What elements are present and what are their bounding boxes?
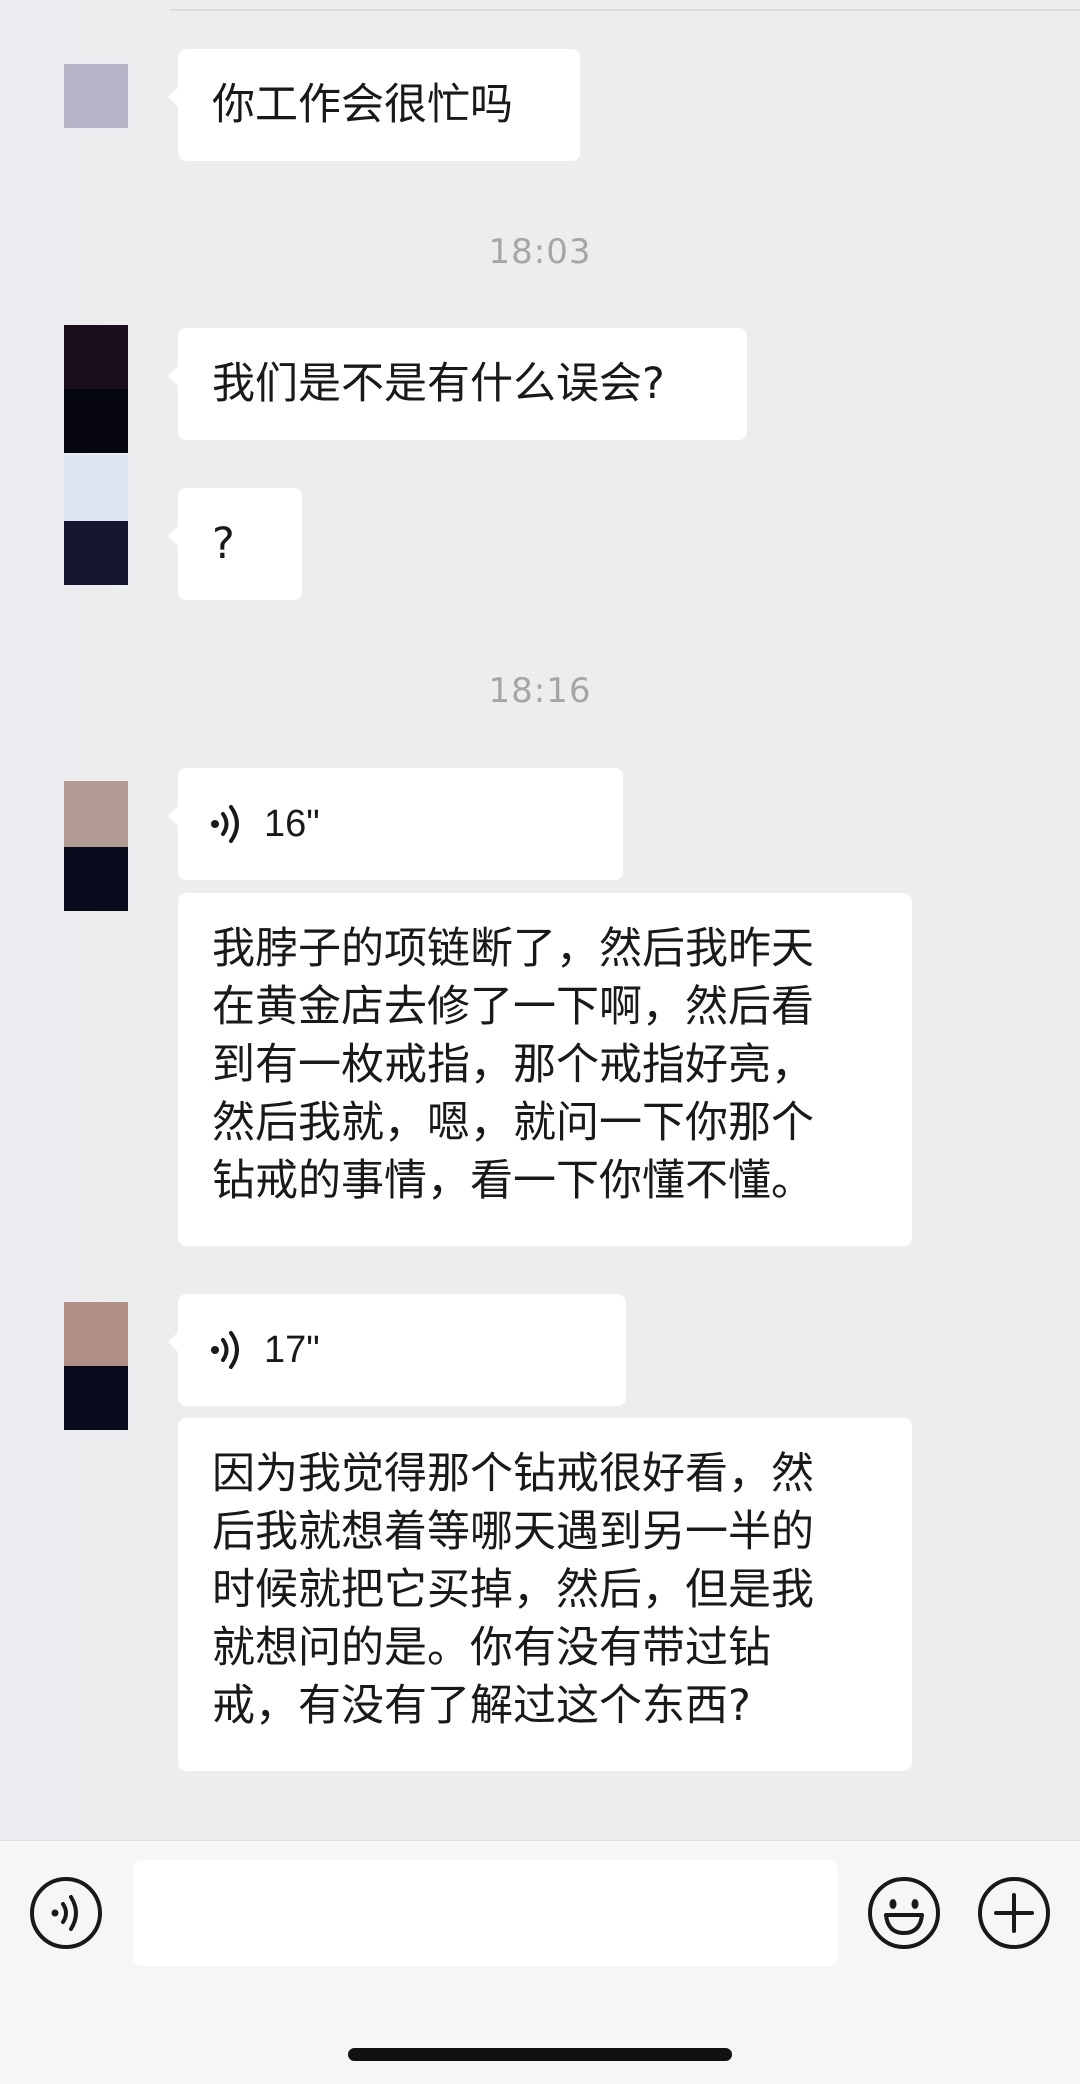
message-text: ? <box>212 519 235 569</box>
plus-icon <box>978 1877 1050 1949</box>
message-text: 你工作会很忙吗 <box>212 80 513 130</box>
blurred-left-edge <box>0 0 170 1840</box>
timestamp: 18:16 <box>488 671 592 711</box>
avatar[interactable] <box>64 1302 128 1430</box>
more-options-button[interactable] <box>976 1875 1052 1955</box>
voice-transcript-bubble[interactable]: 因为我觉得那个钻戒很好看，然 后我就想着等哪天遇到另一半的 时候就把它买掉，然后… <box>178 1418 912 1771</box>
avatar[interactable] <box>64 325 128 453</box>
top-divider <box>170 9 1080 11</box>
message-bubble[interactable]: 我们是不是有什么误会? <box>168 328 747 440</box>
transcript-line: 戒，有没有了解过这个东西? <box>212 1681 751 1731</box>
avatar[interactable] <box>64 64 128 128</box>
transcript-line: 到有一枚戒指，那个戒指好亮， <box>212 1040 814 1090</box>
message-bubble[interactable]: ? <box>168 488 302 600</box>
voice-duration: 17" <box>264 1329 320 1371</box>
message-bubble[interactable]: 你工作会很忙吗 <box>168 49 580 161</box>
transcript-line: 然后我就，嗯，就问一下你那个 <box>212 1098 814 1148</box>
emoji-button[interactable] <box>866 1875 942 1955</box>
transcript-line: 就想问的是。你有没有带过钻 <box>212 1623 771 1673</box>
voice-playback-icon <box>211 1331 239 1369</box>
transcript-line: 在黄金店去修了一下啊，然后看 <box>212 982 814 1032</box>
avatar[interactable] <box>64 455 128 585</box>
transcript-line: 我脖子的项链断了，然后我昨天 <box>212 924 814 974</box>
voice-mode-button[interactable] <box>28 1875 104 1955</box>
transcript-line: 后我就想着等哪天遇到另一半的 <box>212 1507 814 1557</box>
voice-message-bubble[interactable]: 17" <box>168 1294 626 1406</box>
voice-mode-icon <box>30 1877 102 1949</box>
voice-playback-icon <box>211 805 239 843</box>
avatar[interactable] <box>64 781 128 911</box>
timestamp: 18:03 <box>488 232 592 272</box>
message-input[interactable] <box>133 1860 838 1966</box>
home-indicator <box>348 2048 732 2061</box>
voice-message-bubble[interactable]: 16" <box>168 768 623 880</box>
voice-duration: 16" <box>264 803 320 845</box>
transcript-line: 钻戒的事情，看一下你懂不懂。 <box>212 1156 814 1206</box>
emoji-icon <box>868 1877 940 1949</box>
voice-transcript-bubble[interactable]: 我脖子的项链断了，然后我昨天 在黄金店去修了一下啊，然后看 到有一枚戒指，那个戒… <box>178 893 912 1246</box>
transcript-line: 因为我觉得那个钻戒很好看，然 <box>212 1449 814 1499</box>
message-text: 我们是不是有什么误会? <box>212 359 665 409</box>
transcript-line: 时候就把它买掉，然后，但是我 <box>212 1565 814 1615</box>
